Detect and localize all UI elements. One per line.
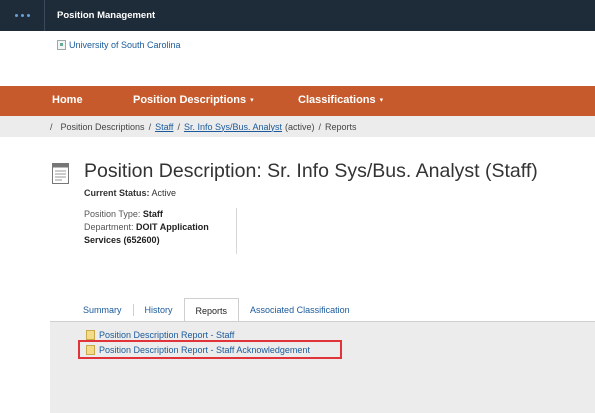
file-icon <box>86 330 95 340</box>
tab-summary[interactable]: Summary <box>72 298 133 322</box>
page-title: Position Description: Sr. Info Sys/Bus. … <box>84 160 538 182</box>
breadcrumb-sep: / <box>177 121 180 132</box>
tab-history[interactable]: History <box>134 298 184 322</box>
logo-alt-text: University of South Carolina <box>69 40 181 50</box>
breadcrumb: / Position Descriptions / Staff / Sr. In… <box>0 116 595 137</box>
breadcrumb-position-descriptions: Position Descriptions <box>60 121 145 132</box>
status-label: Current Status: <box>84 188 150 198</box>
tab-bar: Summary History Reports Associated Class… <box>72 298 361 322</box>
report-link-staff[interactable]: Position Description Report - Staff <box>86 330 234 340</box>
nav-position-descriptions-label: Position Descriptions <box>133 94 247 106</box>
app-menu-icon[interactable] <box>0 0 45 31</box>
nav-home[interactable]: Home <box>52 94 83 106</box>
report-link-label: Position Description Report - Staff <box>99 330 235 340</box>
document-icon <box>52 163 69 184</box>
breadcrumb-current: Reports <box>325 121 357 132</box>
position-type-label: Position Type: <box>84 209 141 219</box>
breadcrumb-sep: / <box>148 121 152 132</box>
nav-home-label: Home <box>52 94 83 106</box>
position-type-value: Staff <box>142 209 163 219</box>
breadcrumb-active-suffix: (active) <box>285 121 315 132</box>
tab-reports[interactable]: Reports <box>183 298 240 322</box>
status-value: Active <box>151 188 177 198</box>
position-details: Position Type: Staff Department: DOIT Ap… <box>84 208 237 254</box>
breadcrumb-staff-link[interactable]: Staff <box>155 122 173 132</box>
department-label: Department: <box>84 222 134 232</box>
app-title: Position Management <box>57 10 156 21</box>
highlight-box <box>78 340 342 359</box>
main-nav: Home Position Descriptions ▾ Classificati… <box>0 86 595 116</box>
top-bar: Position Management <box>0 0 595 31</box>
university-logo[interactable]: University of South Carolina <box>57 40 181 50</box>
breadcrumb-position-link[interactable]: Sr. Info Sys/Bus. Analyst <box>184 122 282 132</box>
nav-classifications[interactable]: Classifications ▾ <box>298 94 383 106</box>
breadcrumb-sep: / <box>50 121 53 132</box>
broken-image-icon <box>57 40 66 50</box>
caret-down-icon: ▾ <box>379 97 384 104</box>
caret-down-icon: ▾ <box>250 97 254 104</box>
nav-position-descriptions[interactable]: Position Descriptions ▾ <box>133 94 254 106</box>
breadcrumb-sep: / <box>318 121 322 132</box>
current-status: Current Status: Active <box>84 188 176 198</box>
tab-associated-classification[interactable]: Associated Classification <box>239 298 361 322</box>
nav-classifications-label: Classifications <box>298 94 376 106</box>
